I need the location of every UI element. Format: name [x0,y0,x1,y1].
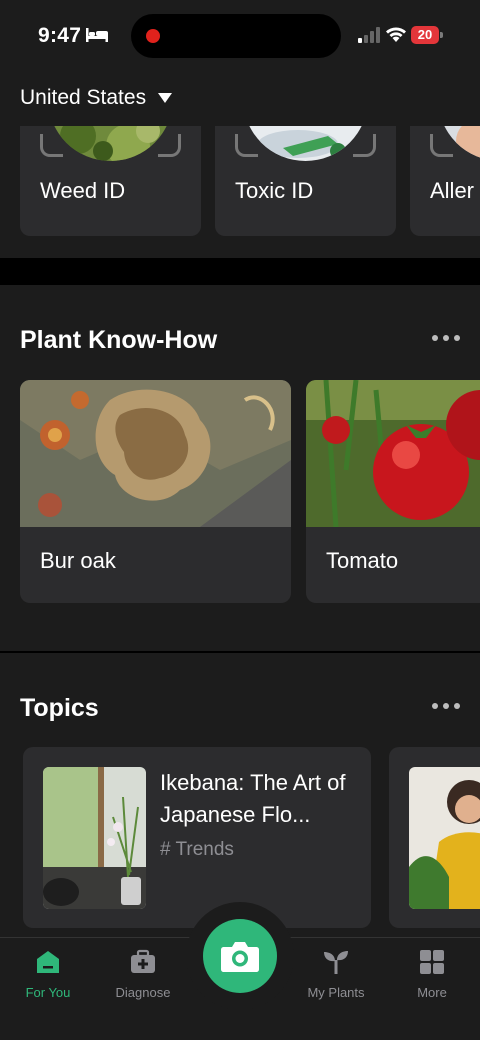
camera-button[interactable] [203,919,277,993]
ikebana-image [43,767,146,909]
caret-down-icon [158,93,173,103]
ikebana-title: Ikebana: The Art of Japanese Flo... [160,770,346,827]
topics-title: Topics [20,694,99,722]
cellular-signal-icon [358,27,380,43]
country-label: United States [20,86,147,109]
more-dots-icon[interactable] [432,334,460,342]
allergy-id-card[interactable]: Aller [410,126,480,236]
tab-diagnose[interactable]: Diagnose [95,948,191,1000]
identify-carousel: Weed ID Toxic ID Aller [0,126,480,258]
camera-icon [221,942,259,972]
allergy-id-label: Aller [430,178,475,203]
bur-oak-label: Bur oak [40,548,116,573]
toxic-id-card[interactable]: Toxic ID [215,126,396,236]
bed-icon [86,28,108,42]
status-time: 9:47 [38,24,82,47]
tomato-label: Tomato [326,548,399,573]
ikebana-tag: # Trends [160,839,234,860]
home-icon [37,951,59,973]
scan-frame-icon [430,134,480,164]
tab-diagnose-label: Diagnose [115,985,171,1000]
bur-oak-card[interactable]: Bur oak [20,380,291,603]
sprout-icon [324,951,348,974]
scan-frame-icon [235,134,376,164]
weed-id-card[interactable]: Weed ID [20,126,201,236]
tab-more[interactable]: More [384,948,480,1000]
more-dots-icon[interactable] [432,702,460,710]
ikebana-topic-card[interactable]: Ikebana: The Art of Japanese Flo... # Tr… [23,747,371,928]
weed-id-label: Weed ID [40,178,126,203]
medkit-icon [131,949,155,973]
status-bar: 9:47 20 [0,0,480,72]
grid-icon [420,950,444,974]
tomato-card[interactable]: Tomato [306,380,480,603]
toxic-id-label: Toxic ID [235,178,314,203]
gardening-image [409,767,480,909]
recording-indicator [146,29,160,43]
battery-icon: 20 [411,26,443,44]
gardening-topic-card[interactable] [389,747,480,928]
tab-my-plants[interactable]: My Plants [288,948,384,1000]
tab-more-label: More [417,985,447,1000]
tab-for-you[interactable]: For You [0,948,96,1000]
tab-for-you-label: For You [25,985,71,1000]
bur-oak-image [20,380,291,527]
scan-frame-icon [40,134,181,164]
dynamic-island [131,14,341,58]
wifi-icon [386,27,406,42]
topics-section: Topics Ikebana: The Art of Japanese Flo.… [0,653,480,943]
tab-my-plants-label: My Plants [307,985,365,1000]
country-selector[interactable]: United States [20,86,173,110]
battery-level: 20 [417,27,433,42]
tomato-image [306,380,480,527]
know-how-title: Plant Know-How [20,326,218,354]
app-header: United States [0,72,480,126]
plant-know-how-section: Plant Know-How Bur oak Tomato [0,285,480,651]
